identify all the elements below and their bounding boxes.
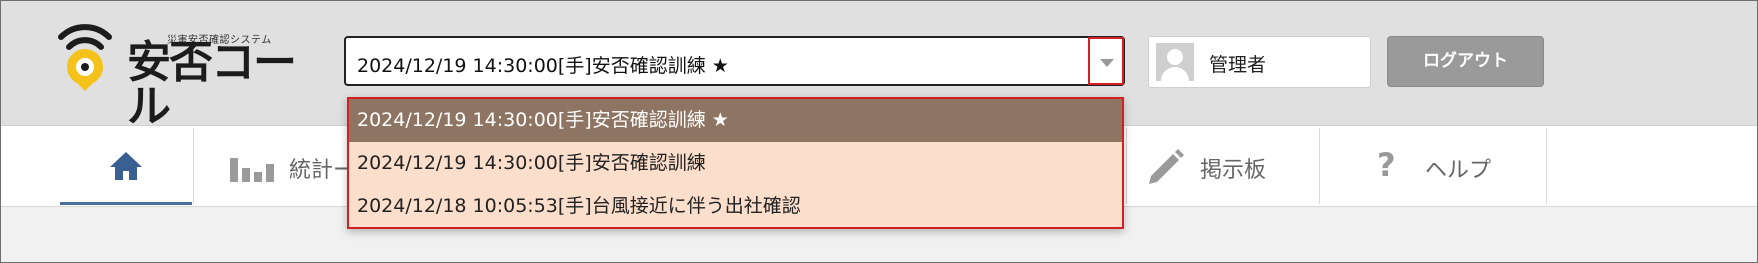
chevron-down-icon (1100, 59, 1114, 67)
bar-chart-icon (230, 158, 274, 182)
user-name: 管理者 (1209, 54, 1267, 76)
dropdown-option[interactable]: 2024/12/18 10:05:53[手]台風接近に伴う出社確認 (349, 185, 1122, 228)
wifi-pin-icon (58, 24, 112, 91)
nav-home[interactable] (60, 126, 192, 206)
nav-board-label: 掲示板 (1200, 158, 1267, 183)
logo[interactable]: 災害安否確認システム 安否コール (57, 23, 317, 129)
app-window: 災害安否確認システム 安否コール 2024/12/19 14:30:00[手]安… (0, 0, 1758, 263)
nav-active-indicator (60, 202, 192, 205)
pencil-icon (1149, 149, 1184, 184)
event-select[interactable]: 2024/12/19 14:30:00[手]安否確認訓練 ★ (344, 36, 1125, 86)
logo-name: 安否コール (127, 37, 297, 132)
dropdown-option[interactable]: 2024/12/19 14:30:00[手]安否確認訓練 ★ (349, 99, 1122, 142)
nav-board[interactable]: 掲示板 (1127, 126, 1319, 206)
event-dropdown-list: 2024/12/19 14:30:00[手]安否確認訓練 ★ 2024/12/1… (347, 97, 1124, 229)
question-icon: ? (1377, 146, 1396, 184)
event-select-toggle[interactable] (1088, 37, 1124, 85)
logout-button[interactable]: ログアウト (1387, 36, 1544, 87)
home-icon (110, 152, 142, 180)
nav-divider (1546, 128, 1547, 204)
nav-help[interactable]: ? ヘルプ (1320, 126, 1546, 206)
user-info[interactable]: 管理者 (1148, 36, 1371, 88)
nav-help-label: ヘルプ (1425, 158, 1492, 183)
event-select-value: 2024/12/19 14:30:00[手]安否確認訓練 ★ (357, 55, 729, 77)
nav-stats[interactable]: 統計ー (194, 126, 355, 206)
nav-stats-label: 統計ー (289, 158, 356, 183)
user-avatar-icon (1156, 43, 1194, 81)
dropdown-option[interactable]: 2024/12/19 14:30:00[手]安否確認訓練 (349, 142, 1122, 185)
